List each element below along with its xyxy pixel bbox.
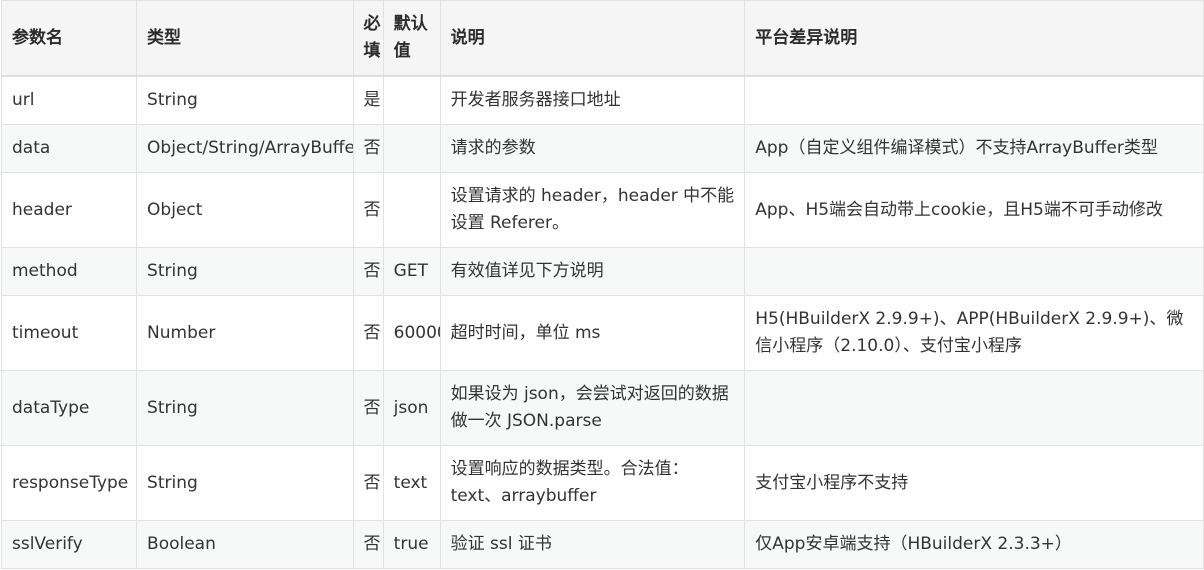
cell-param-name: sslVerify — [0, 520, 138, 569]
cell-platform-diff — [744, 370, 1204, 446]
cell-type: String — [136, 75, 354, 125]
cell-description: 设置请求的 header，header 中不能设置 Referer。 — [439, 172, 746, 248]
cell-platform-diff: App、H5端会自动带上cookie，且H5端不可手动修改 — [744, 172, 1204, 248]
table-row: responseType String 否 text 设置响应的数据类型。合法值… — [0, 445, 1204, 521]
cell-type: Object — [136, 172, 354, 248]
cell-required: 否 — [352, 247, 384, 296]
cell-required: 否 — [352, 295, 384, 371]
cell-platform-diff: App（自定义组件编译模式）不支持ArrayBuffer类型 — [744, 124, 1204, 173]
cell-param-name: header — [0, 172, 138, 248]
cell-type: String — [136, 445, 354, 521]
table-row: dataType String 否 json 如果设为 json，会尝试对返回的… — [0, 370, 1204, 446]
table-row: method String 否 GET 有效值详见下方说明 — [0, 247, 1204, 296]
cell-description: 如果设为 json，会尝试对返回的数据做一次 JSON.parse — [439, 370, 746, 446]
cell-param-name: timeout — [0, 295, 138, 371]
cell-required: 否 — [352, 445, 384, 521]
table-header: 参数名 类型 必填 默认值 说明 平台差异说明 — [0, 0, 1204, 77]
table-row: sslVerify Boolean 否 true 验证 ssl 证书 仅App安… — [0, 520, 1204, 569]
table-row: header Object 否 设置请求的 header，header 中不能设… — [0, 172, 1204, 248]
cell-description: 有效值详见下方说明 — [439, 247, 746, 296]
cell-platform-diff — [744, 247, 1204, 296]
cell-type: String — [136, 370, 354, 446]
cell-default — [382, 75, 441, 125]
cell-default: text — [382, 445, 441, 521]
cell-param-name: data — [0, 124, 138, 173]
cell-required: 否 — [352, 520, 384, 569]
cell-required: 否 — [352, 172, 384, 248]
cell-param-name: method — [0, 247, 138, 296]
cell-default: true — [382, 520, 441, 569]
cell-description: 请求的参数 — [439, 124, 746, 173]
cell-default — [382, 124, 441, 173]
cell-description: 开发者服务器接口地址 — [439, 75, 746, 125]
cell-required: 否 — [352, 370, 384, 446]
table-row: data Object/String/ArrayBuffer 否 请求的参数 A… — [0, 124, 1204, 173]
header-row: 参数名 类型 必填 默认值 说明 平台差异说明 — [0, 0, 1204, 77]
cell-default — [382, 172, 441, 248]
cell-description: 超时时间，单位 ms — [439, 295, 746, 371]
header-default: 默认值 — [382, 0, 441, 77]
cell-type: Number — [136, 295, 354, 371]
header-required: 必填 — [352, 0, 384, 77]
cell-platform-diff: 支付宝小程序不支持 — [744, 445, 1204, 521]
header-type: 类型 — [136, 0, 354, 77]
cell-type: Object/String/ArrayBuffer — [136, 124, 354, 173]
header-param-name: 参数名 — [0, 0, 138, 77]
header-platform-diff: 平台差异说明 — [744, 0, 1204, 77]
cell-param-name: dataType — [0, 370, 138, 446]
cell-default: json — [382, 370, 441, 446]
parameters-table: 参数名 类型 必填 默认值 说明 平台差异说明 url String 是 开发者… — [0, 0, 1204, 569]
table-row: timeout Number 否 60000 超时时间，单位 ms H5(HBu… — [0, 295, 1204, 371]
cell-description: 验证 ssl 证书 — [439, 520, 746, 569]
cell-platform-diff: H5(HBuilderX 2.9.9+)、APP(HBuilderX 2.9.9… — [744, 295, 1204, 371]
cell-description: 设置响应的数据类型。合法值：text、arraybuffer — [439, 445, 746, 521]
cell-platform-diff: 仅App安卓端支持（HBuilderX 2.3.3+） — [744, 520, 1204, 569]
cell-required: 否 — [352, 124, 384, 173]
table-body: url String 是 开发者服务器接口地址 data Object/Stri… — [0, 75, 1204, 569]
cell-param-name: responseType — [0, 445, 138, 521]
header-description: 说明 — [439, 0, 746, 77]
cell-param-name: url — [0, 75, 138, 125]
cell-platform-diff — [744, 75, 1204, 125]
cell-type: Boolean — [136, 520, 354, 569]
cell-default: 60000 — [382, 295, 441, 371]
table-row: url String 是 开发者服务器接口地址 — [0, 75, 1204, 125]
cell-default: GET — [382, 247, 441, 296]
cell-required: 是 — [352, 75, 384, 125]
cell-type: String — [136, 247, 354, 296]
